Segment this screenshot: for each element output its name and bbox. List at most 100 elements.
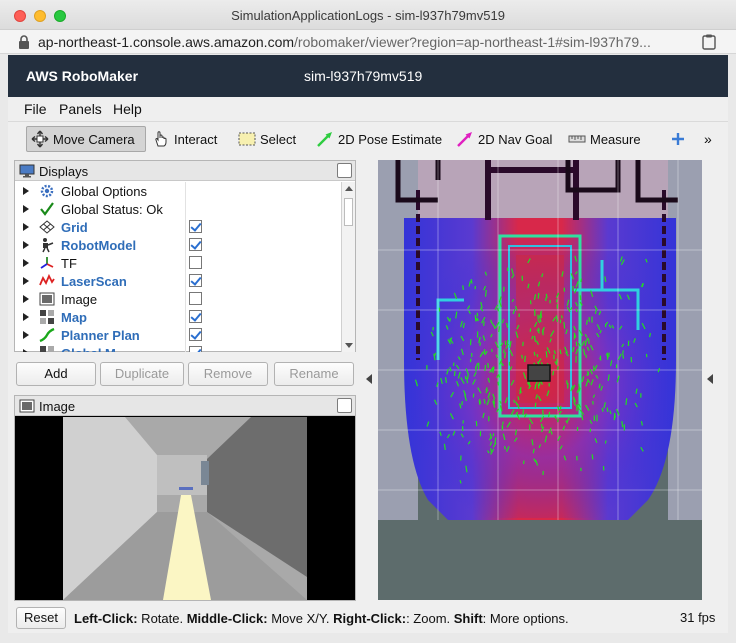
pose-particle (449, 318, 451, 322)
pose-particle (545, 351, 548, 358)
display-enable-checkbox[interactable] (189, 274, 202, 287)
pose-particle (649, 332, 651, 338)
aws-robomaker-logo: AWS RoboMaker (26, 68, 139, 84)
select-tool[interactable]: Select (234, 126, 300, 152)
displays-scrollbar[interactable] (341, 182, 355, 352)
display-enable-checkbox[interactable] (189, 256, 202, 269)
display-row-image[interactable]: Image (15, 290, 341, 308)
pose-particle (472, 393, 475, 398)
display-row-global-m[interactable]: Global M... (15, 344, 341, 352)
middle-click-key: Middle-Click: (186, 611, 268, 626)
rviz-3d-view[interactable] (378, 160, 702, 600)
display-enable-checkbox[interactable] (189, 220, 202, 233)
image-icon (39, 291, 55, 307)
aws-header: AWS RoboMaker sim-l937h79mv519 (8, 55, 728, 97)
display-label: TF (61, 256, 77, 271)
pose-estimate-label: 2D Pose Estimate (338, 131, 443, 147)
display-row-map[interactable]: Map (15, 308, 341, 326)
expand-arrow-icon[interactable] (23, 187, 29, 195)
displays-panel-float-checkbox[interactable] (337, 163, 352, 178)
pose-particle (445, 377, 447, 383)
pose-particle (466, 374, 469, 380)
display-enable-checkbox[interactable] (189, 310, 202, 323)
expand-arrow-icon[interactable] (23, 259, 29, 267)
display-row-global-options[interactable]: Global Options (15, 182, 341, 200)
add-tool-button[interactable] (666, 126, 690, 152)
image-panel-float-checkbox[interactable] (337, 398, 352, 413)
url-text[interactable]: ap-northeast-1.console.aws.amazon.com/ro… (38, 34, 688, 50)
hand-icon (155, 131, 167, 147)
measure-tool[interactable]: Measure (564, 126, 645, 152)
display-row-tf[interactable]: TF (15, 254, 341, 272)
duplicate-display-button[interactable]: Duplicate (100, 362, 184, 386)
move-camera-label: Move Camera (53, 131, 135, 147)
pose-particle (497, 307, 499, 312)
pose-particle (502, 421, 504, 425)
interact-tool[interactable]: Interact (148, 126, 221, 152)
pose-estimate-tool[interactable]: 2D Pose Estimate (312, 126, 446, 152)
clipboard-icon[interactable] (702, 34, 716, 50)
image-panel-header: Image (15, 396, 355, 416)
expand-arrow-icon[interactable] (23, 241, 29, 249)
expand-arrow-icon[interactable] (23, 277, 29, 285)
display-enable-checkbox[interactable] (189, 292, 202, 305)
display-row-global-status-ok[interactable]: Global Status: Ok (15, 200, 341, 218)
gear-icon (39, 183, 55, 199)
toolbar-overflow-button[interactable]: » (700, 126, 716, 152)
display-label: Map (61, 310, 87, 325)
grid-icon (39, 219, 55, 235)
display-row-robotmodel[interactable]: RobotModel (15, 236, 341, 254)
pose-particle (522, 409, 525, 416)
rviz-window: File Panels Help Move Camera Interact Se… (8, 97, 728, 633)
display-enable-checkbox[interactable] (189, 238, 202, 251)
pose-particle (493, 398, 496, 405)
scroll-thumb[interactable] (344, 198, 353, 226)
right-splitter-arrow-icon[interactable] (707, 374, 713, 384)
url-bar[interactable]: ap-northeast-1.console.aws.amazon.com/ro… (0, 30, 736, 54)
map-icon (39, 345, 55, 352)
display-enable-checkbox[interactable] (189, 346, 202, 352)
move-camera-tool[interactable]: Move Camera (26, 126, 146, 152)
scroll-down-arrow-icon[interactable] (345, 343, 353, 348)
pose-particle (469, 358, 472, 363)
menu-panels[interactable]: Panels (59, 101, 102, 117)
pose-particle (506, 339, 509, 344)
nav-goal-tool[interactable]: 2D Nav Goal (452, 126, 556, 152)
pose-particle (483, 321, 485, 326)
url-path: /robomaker/viewer?region=ap-northeast-1#… (294, 34, 651, 50)
displays-tree: Global Options Global Status: Ok Grid Robot… (15, 182, 341, 352)
pose-particle (490, 448, 492, 453)
pose-particle (556, 299, 558, 303)
displays-panel-title: Displays (39, 164, 89, 179)
reset-view-button[interactable]: Reset (16, 607, 66, 629)
expand-arrow-icon[interactable] (23, 331, 29, 339)
pose-particle (462, 285, 464, 290)
menu-help[interactable]: Help (113, 101, 142, 117)
path-icon (39, 327, 55, 343)
scroll-up-arrow-icon[interactable] (345, 186, 353, 191)
display-enable-checkbox[interactable] (189, 328, 202, 341)
middle-click-value: Move X/Y. (267, 611, 334, 626)
display-row-planner-plan[interactable]: Planner Plan (15, 326, 341, 344)
pose-particle (604, 440, 607, 444)
expand-arrow-icon[interactable] (23, 295, 29, 303)
rename-display-button[interactable]: Rename (274, 362, 354, 386)
expand-arrow-icon[interactable] (23, 349, 29, 352)
expand-arrow-icon[interactable] (23, 313, 29, 321)
pose-particle (559, 405, 562, 410)
select-label: Select (260, 131, 297, 147)
pose-particle (533, 351, 536, 356)
menu-file[interactable]: File (24, 101, 47, 117)
pose-particle (534, 402, 537, 408)
remove-display-button[interactable]: Remove (188, 362, 268, 386)
display-row-grid[interactable]: Grid (15, 218, 341, 236)
expand-arrow-icon[interactable] (23, 223, 29, 231)
display-row-laserscan[interactable]: LaserScan (15, 272, 341, 290)
pose-particle (494, 437, 497, 444)
nav-goal-label: 2D Nav Goal (478, 131, 553, 147)
expand-arrow-icon[interactable] (23, 205, 29, 213)
right-click-key: Right-Click: (333, 611, 407, 626)
left-splitter-arrow-icon[interactable] (366, 374, 372, 384)
add-display-button[interactable]: Add (16, 362, 96, 386)
display-label: Global M... (61, 346, 127, 352)
